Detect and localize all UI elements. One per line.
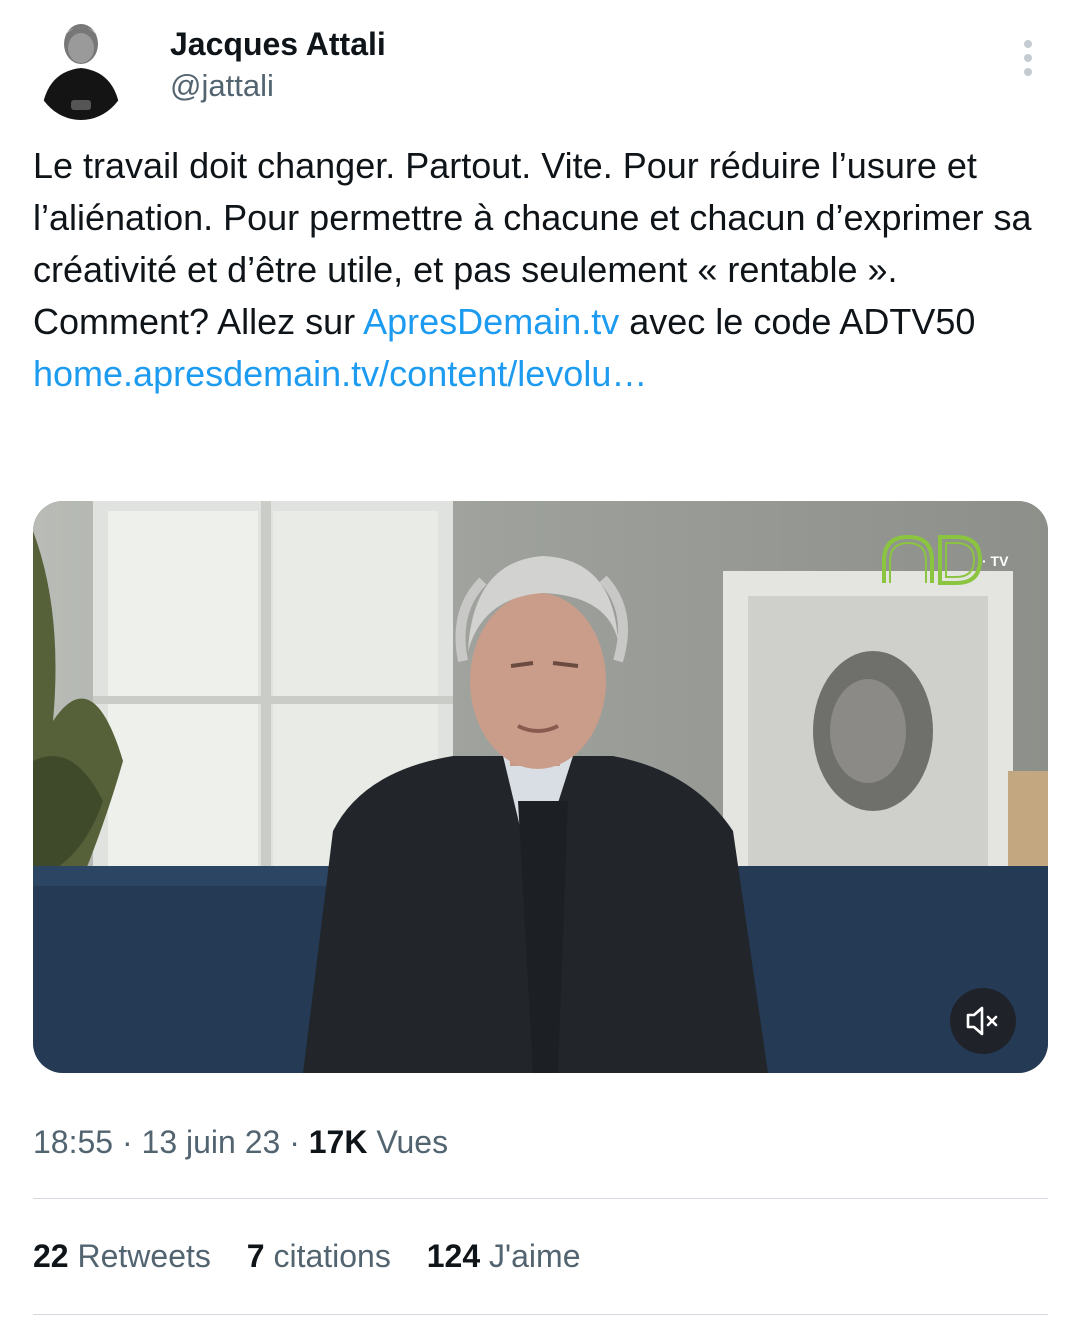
volume-muted-icon[interactable] [950,988,1016,1054]
retweets-stat[interactable]: 22 Retweets [33,1238,211,1275]
tweet-header: Jacques Attali @jattali [33,14,1048,124]
views-label: Vues [376,1124,449,1160]
tweet-text: Le travail doit changer. Partout. Vite. … [33,140,1033,400]
article-link[interactable]: home.apresdemain.tv/content/levolu… [33,353,647,394]
brand-logo-suffix: · TV [982,553,1009,569]
meta-separator: · [113,1124,142,1160]
video-player[interactable]: · TV [33,501,1048,1073]
divider [33,1198,1048,1199]
likes-count: 124 [426,1238,481,1274]
retweets-label: Retweets [77,1238,211,1274]
retweets-count: 22 [33,1238,69,1274]
avatar[interactable] [33,14,129,120]
engagement-stats: 22 Retweets 7 citations 124 J'aime [33,1238,607,1275]
quotes-count: 7 [246,1238,265,1274]
quotes-label: citations [273,1238,391,1274]
views-count: 17K [308,1124,368,1160]
likes-label: J'aime [489,1238,581,1274]
author-handle[interactable]: @jattali [170,68,274,104]
tweet-text-part-2: avec le code ADTV50 [619,301,976,342]
author-name[interactable]: Jacques Attali [170,26,386,63]
meta-separator: · [280,1124,309,1160]
apresdemain-link[interactable]: ApresDemain.tv [363,301,619,342]
divider [33,1314,1048,1315]
tweet-date[interactable]: 13 juin 23 [142,1124,281,1160]
quotes-stat[interactable]: 7 citations [247,1238,391,1275]
tweet-time[interactable]: 18:55 [33,1124,113,1160]
more-options-icon[interactable] [1014,38,1042,78]
brand-logo: · TV [878,531,1018,591]
tweet-meta: 18:55 · 13 juin 23 · 17K Vues [33,1124,448,1161]
likes-stat[interactable]: 124 J'aime [427,1238,581,1275]
